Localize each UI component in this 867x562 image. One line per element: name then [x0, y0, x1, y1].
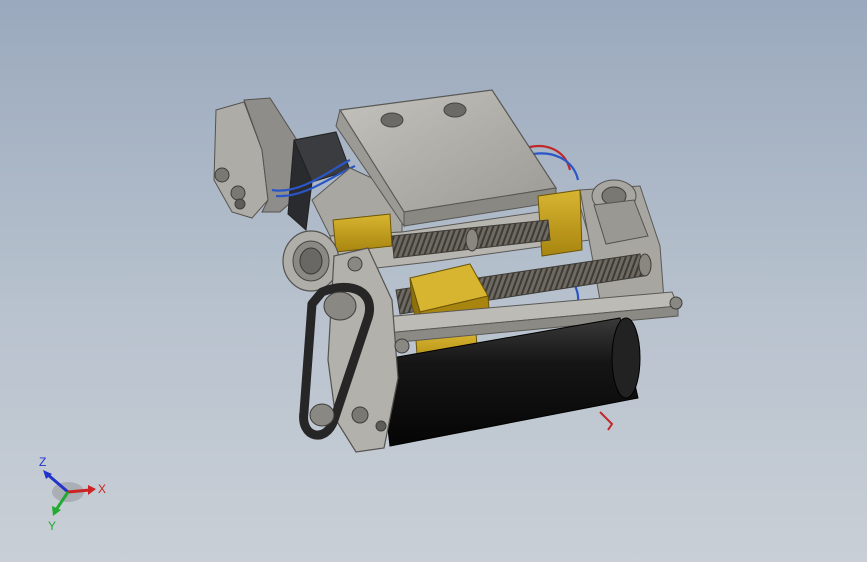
left-bearing-ring	[282, 230, 340, 292]
z-axis-label: Z	[39, 455, 46, 469]
cad-model-render[interactable]	[0, 0, 867, 562]
graphics-viewport[interactable]: Z X Y	[0, 0, 867, 562]
y-axis-label: Y	[48, 519, 56, 533]
x-axis-label: X	[98, 482, 106, 496]
axis-triad: Z X Y	[39, 455, 106, 533]
